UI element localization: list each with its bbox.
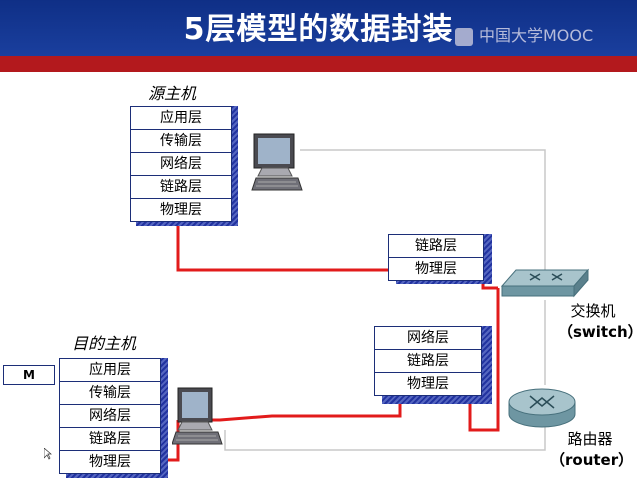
dest-layer-network: 网络层 xyxy=(60,405,160,428)
source-host-label: 源主机 xyxy=(148,84,197,103)
switch-layer-link: 链路层 xyxy=(389,235,483,258)
switch-label: 交换机 （switch） xyxy=(558,300,637,342)
router-layer-network: 网络层 xyxy=(375,327,481,350)
dest-layer-physical: 物理层 xyxy=(89,454,131,470)
switch-layer-physical: 物理层 xyxy=(415,261,457,277)
router-name: 路由器 xyxy=(567,430,613,448)
source-layer-network: 网络层 xyxy=(131,153,231,176)
router-stack: 网络层 链路层 物理层 xyxy=(374,326,482,396)
dest-host-stack: 应用层 传输层 网络层 链路层 物理层 xyxy=(59,358,161,474)
dest-host-label: 目的主机 xyxy=(72,334,137,353)
switch-icon xyxy=(500,268,590,298)
router-english: （router） xyxy=(550,451,634,469)
router-layer-link: 链路层 xyxy=(375,350,481,373)
computer-icon xyxy=(251,133,303,191)
switch-stack: 链路层 物理层 xyxy=(388,234,484,281)
source-layer-link: 链路层 xyxy=(131,176,231,199)
source-layer-physical: 物理层 xyxy=(160,202,202,218)
router-label: 路由器 （router） xyxy=(550,428,634,470)
switch-name: 交换机 xyxy=(570,302,616,320)
source-layer-application: 应用层 xyxy=(131,107,231,130)
router-icon xyxy=(508,388,576,428)
router-layer-physical: 物理层 xyxy=(407,376,449,392)
switch-english: （switch） xyxy=(558,323,637,341)
dest-layer-link: 链路层 xyxy=(60,428,160,451)
source-host-stack: 应用层 传输层 网络层 链路层 物理层 xyxy=(130,106,232,222)
source-layer-transport: 传输层 xyxy=(131,130,231,153)
computer-icon xyxy=(172,387,223,445)
mouse-cursor-icon xyxy=(44,448,52,460)
dest-layer-application: 应用层 xyxy=(60,359,160,382)
dest-layer-transport: 传输层 xyxy=(60,382,160,405)
message-m-box: M xyxy=(3,365,55,385)
